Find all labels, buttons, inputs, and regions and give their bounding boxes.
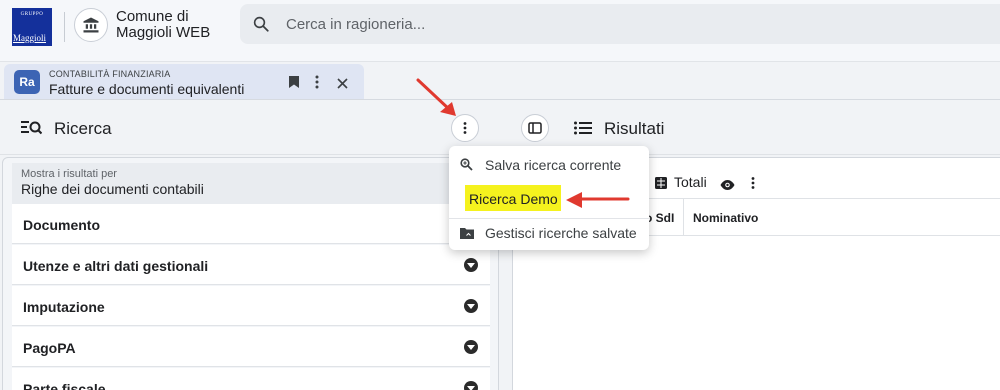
toggle-panel-button[interactable]: [521, 114, 549, 142]
module-badge: Ra: [14, 70, 40, 94]
search-bar[interactable]: [240, 4, 1000, 44]
results-type-select[interactable]: Mostra i risultati per Righe dei documen…: [12, 163, 490, 205]
column-divider: [683, 199, 684, 235]
menu-item-label: Gestisci ricerche salvate: [485, 225, 637, 241]
header-divider: [64, 12, 65, 42]
menu-item-label: Salva ricerca corrente: [485, 157, 622, 173]
document-tab[interactable]: Ra CONTABILITÀ FINANZIARIA Fatture e doc…: [4, 64, 364, 100]
more-vert-icon: [463, 122, 467, 134]
menu-item-manage-searches[interactable]: Gestisci ricerche salvate: [449, 217, 649, 247]
totals-button[interactable]: Totali: [674, 174, 707, 190]
section-pagopa[interactable]: PagoPA: [12, 327, 490, 367]
menu-item-label: Ricerca Demo: [469, 191, 558, 207]
chevron-down-icon[interactable]: [464, 258, 478, 272]
section-label: Imputazione: [23, 299, 105, 315]
list-icon: [574, 121, 592, 140]
chevron-down-icon[interactable]: [464, 299, 478, 313]
annotation-arrow-icon: [416, 78, 456, 116]
results-pane-title: Risultati: [604, 119, 665, 138]
section-label: Documento: [23, 217, 100, 233]
search-filter-icon: [21, 121, 43, 140]
eye-icon[interactable]: [720, 177, 735, 195]
search-input[interactable]: [286, 13, 886, 35]
folder-icon: [460, 226, 474, 244]
search-icon: [252, 15, 270, 38]
annotation-arrow-icon: [566, 192, 630, 208]
app-name: Comune di Maggioli WEB: [116, 8, 211, 41]
more-vert-icon[interactable]: [751, 176, 755, 194]
select-label: Mostra i risultati per: [21, 168, 117, 180]
select-value: Righe dei documenti contabili: [21, 181, 204, 197]
zoom-in-icon: [460, 158, 473, 176]
column-header[interactable]: Nominativo: [693, 211, 758, 225]
column-header[interactable]: o SdI: [645, 211, 674, 225]
tab-more-icon[interactable]: [314, 75, 320, 94]
section-utenze[interactable]: Utenze e altri dati gestionali: [12, 245, 490, 285]
section-label: PagoPA: [23, 340, 76, 356]
tab-title: Fatture e documenti equivalenti: [49, 81, 245, 97]
top-bar: GRUPPO Maggioli Comune di Maggioli WEB: [0, 0, 1000, 62]
calculator-icon: [655, 176, 667, 194]
section-label: Utenze e altri dati gestionali: [23, 258, 209, 274]
logo-caption: GRUPPO: [20, 12, 44, 17]
tab-underline: [0, 99, 1000, 100]
menu-item-save-search[interactable]: Salva ricerca corrente: [449, 149, 649, 179]
logo-text: Maggioli: [13, 33, 46, 43]
section-parte-fiscale[interactable]: Parte fiscale: [12, 368, 490, 390]
section-label: Parte fiscale: [23, 381, 106, 390]
chevron-down-icon[interactable]: [464, 340, 478, 354]
search-pane-title: Ricerca: [54, 119, 112, 138]
section-imputazione[interactable]: Imputazione: [12, 286, 490, 326]
tab-category: CONTABILITÀ FINANZIARIA: [49, 69, 171, 79]
chevron-down-icon[interactable]: [464, 381, 478, 390]
bookmark-icon[interactable]: [288, 75, 300, 94]
side-panel-icon: [528, 122, 542, 134]
municipality-icon[interactable]: [74, 8, 108, 42]
maggioli-logo[interactable]: GRUPPO Maggioli: [12, 8, 52, 46]
section-documento[interactable]: Documento: [12, 204, 490, 244]
close-icon[interactable]: [337, 76, 348, 94]
